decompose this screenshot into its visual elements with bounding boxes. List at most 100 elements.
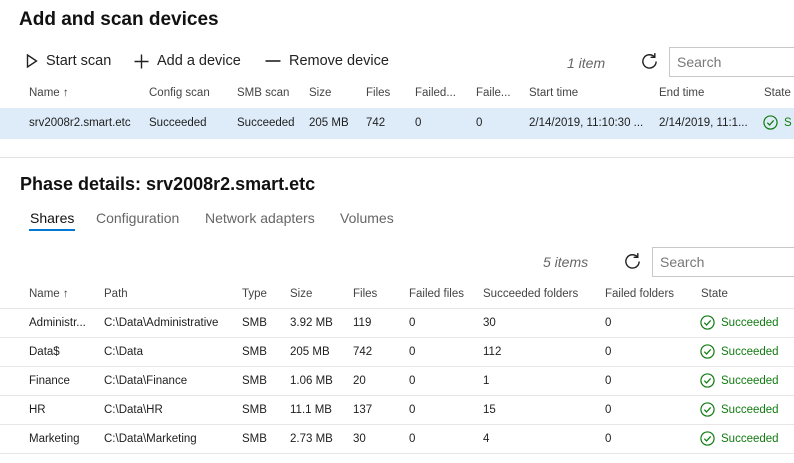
share-succeeded-folders: 1 [483,375,490,387]
device-size: 205 MB [309,117,349,129]
share-state: Succeeded [700,344,779,359]
plus-icon [134,54,149,68]
refresh-devices-button[interactable] [640,52,659,76]
row-divider [0,453,794,454]
share-path: C:\Data [104,346,143,358]
share-name: Administr... [29,317,86,329]
share-type: SMB [242,375,267,387]
device-item-count: 1 item [567,55,606,71]
share-type: SMB [242,317,267,329]
device-failed-1: 0 [415,117,422,129]
share-state-label: Succeeded [721,345,779,358]
shares-col-type[interactable]: Type [242,288,267,300]
share-files: 20 [353,375,366,387]
shares-col-name[interactable]: Name ↑ [29,288,69,300]
share-state-label: Succeeded [721,316,779,329]
share-failed-folders: 0 [605,404,612,416]
share-state: Succeeded [700,373,779,388]
shares-search-placeholder: Search [660,254,705,270]
share-files: 742 [353,346,373,358]
device-search-input[interactable]: Search [669,47,794,77]
col-header-state[interactable]: State [764,87,791,99]
device-smb-scan: Succeeded [237,117,295,129]
tab-configuration[interactable]: Configuration [96,210,179,226]
share-path: C:\Data\HR [104,404,163,416]
share-state-label: Succeeded [721,432,779,445]
device-end-time: 2/14/2019, 11:1... [659,117,748,129]
share-files: 119 [353,317,372,329]
share-path: C:\Data\Administrative [104,317,219,329]
tab-network-adapters[interactable]: Network adapters [205,210,315,226]
device-state-label: S [784,116,792,129]
refresh-icon [625,253,640,269]
share-path: C:\Data\Marketing [104,433,197,445]
col-header-end-time[interactable]: End time [659,87,704,99]
share-size: 1.06 MB [290,375,333,387]
device-search-placeholder: Search [677,54,722,70]
phase-title: Phase details: srv2008r2.smart.etc [20,174,316,194]
col-header-failed-2[interactable]: Faile... [476,87,511,99]
share-files: 30 [353,433,366,445]
share-succeeded-folders: 112 [483,346,502,358]
shares-col-failed-folders[interactable]: Failed folders [605,288,674,300]
shares-col-succeeded-folders[interactable]: Succeeded folders [483,288,578,300]
tab-shares[interactable]: Shares [30,210,74,226]
shares-col-size[interactable]: Size [290,288,312,300]
share-failed-folders: 0 [605,317,612,329]
col-header-config-scan[interactable]: Config scan [149,87,210,99]
share-failed-files: 0 [409,346,416,358]
share-succeeded-folders: 30 [483,317,496,329]
col-header-start-time[interactable]: Start time [529,87,578,99]
share-failed-files: 0 [409,404,416,416]
share-size: 2.73 MB [290,433,333,445]
check-circle-icon [763,115,778,130]
share-failed-folders: 0 [605,433,612,445]
share-failed-files: 0 [409,317,416,329]
shares-col-path[interactable]: Path [104,288,128,300]
share-type: SMB [242,404,267,416]
share-state: Succeeded [700,431,779,446]
col-header-name[interactable]: Name ↑ [29,87,69,99]
add-device-label: Add a device [157,53,241,69]
share-files: 137 [353,404,373,416]
share-name: Finance [29,375,70,387]
share-failed-files: 0 [409,433,416,445]
device-config-scan: Succeeded [149,117,207,129]
share-failed-folders: 0 [605,346,612,358]
start-scan-label: Start scan [46,53,112,69]
device-name: srv2008r2.smart.etc [29,117,131,129]
share-state: Succeeded [700,402,779,417]
share-type: SMB [242,433,267,445]
device-files: 742 [366,117,386,129]
share-failed-files: 0 [409,375,416,387]
share-state-label: Succeeded [721,374,779,387]
share-name: HR [29,404,46,416]
share-state: Succeeded [700,315,779,330]
share-type: SMB [242,346,267,358]
shares-search-input[interactable]: Search [652,247,794,277]
col-header-smb-scan[interactable]: SMB scan [237,87,289,99]
refresh-icon [642,53,657,69]
refresh-shares-button[interactable] [623,252,642,276]
col-header-size[interactable]: Size [309,87,331,99]
share-succeeded-folders: 15 [483,404,496,416]
shares-col-files[interactable]: Files [353,288,377,300]
tab-volumes[interactable]: Volumes [340,210,394,226]
shares-col-state[interactable]: State [701,288,728,300]
col-header-files[interactable]: Files [366,87,390,99]
check-circle-icon [700,315,715,330]
col-header-failed-1[interactable]: Failed... [415,87,456,99]
start-scan-button[interactable]: Start scan [26,53,111,69]
section-divider [0,157,794,158]
check-circle-icon [700,402,715,417]
minus-icon [265,60,281,62]
add-device-button[interactable]: Add a device [134,53,241,69]
share-path: C:\Data\Finance [104,375,188,387]
share-size: 205 MB [290,346,330,358]
check-circle-icon [700,373,715,388]
device-failed-2: 0 [476,117,483,129]
remove-device-label: Remove device [289,53,389,69]
device-start-time: 2/14/2019, 11:10:30 ... [529,117,644,129]
shares-col-failed-files[interactable]: Failed files [409,288,464,300]
remove-device-button[interactable]: Remove device [265,53,389,69]
